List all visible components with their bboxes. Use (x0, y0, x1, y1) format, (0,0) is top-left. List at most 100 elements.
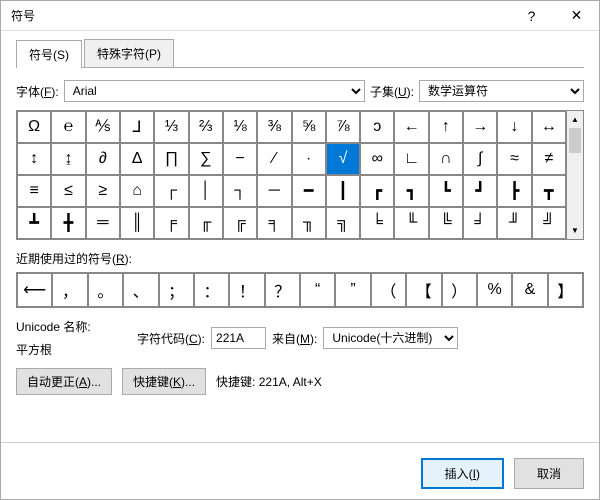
scroll-track[interactable] (567, 128, 583, 222)
symbol-cell[interactable]: ╘ (360, 207, 394, 239)
symbol-cell[interactable]: ⅞ (326, 111, 360, 143)
symbol-cell[interactable]: ↕ (17, 143, 51, 175)
cancel-button[interactable]: 取消 (514, 458, 584, 489)
autocorrect-button[interactable]: 自动更正(A)... (16, 368, 112, 395)
symbol-cell[interactable]: ≠ (532, 143, 566, 175)
symbol-cell[interactable]: ⅛ (223, 111, 257, 143)
symbol-cell[interactable]: ∟ (394, 143, 428, 175)
symbol-cell[interactable]: ┐ (223, 175, 257, 207)
scrollbar[interactable]: ▲ ▼ (567, 110, 584, 240)
tab-symbols[interactable]: 符号(S) (16, 40, 82, 68)
symbol-cell[interactable]: ╓ (189, 207, 223, 239)
shortcut-button[interactable]: 快捷键(K)... (122, 368, 206, 395)
symbol-cell[interactable]: ╛ (463, 207, 497, 239)
symbol-cell[interactable]: ┌ (154, 175, 188, 207)
symbol-cell[interactable]: ⅔ (189, 111, 223, 143)
symbol-cell[interactable]: ⅍ (86, 111, 120, 143)
symbol-cell[interactable]: ↑ (429, 111, 463, 143)
recent-symbol-cell[interactable]: & (512, 273, 547, 307)
symbol-cell[interactable]: ╜ (497, 207, 531, 239)
symbol-cell[interactable]: ┣ (497, 175, 531, 207)
symbol-cell[interactable]: ═ (86, 207, 120, 239)
recent-symbol-cell[interactable]: “ (300, 273, 335, 307)
symbol-cell[interactable]: ↓ (497, 111, 531, 143)
symbol-cell[interactable]: ┓ (394, 175, 428, 207)
symbol-cell[interactable]: ∫ (463, 143, 497, 175)
recent-symbol-cell[interactable]: 。 (88, 273, 123, 307)
symbol-cell[interactable]: ╗ (326, 207, 360, 239)
symbol-cell[interactable]: ↨ (51, 143, 85, 175)
recent-symbol-cell[interactable]: ⟵ (17, 273, 52, 307)
symbol-cell[interactable]: ┗ (429, 175, 463, 207)
recent-symbol-cell[interactable]: （ (371, 273, 406, 307)
symbol-cell[interactable]: ━ (292, 175, 326, 207)
symbol-cell[interactable]: ╒ (154, 207, 188, 239)
subset-select[interactable]: 数学运算符 (419, 80, 584, 102)
symbol-cell[interactable]: ╝ (532, 207, 566, 239)
tab-special-chars[interactable]: 特殊字符(P) (84, 39, 174, 67)
symbol-cell[interactable]: ∩ (429, 143, 463, 175)
symbol-cell[interactable]: ∞ (360, 143, 394, 175)
recent-symbol-cell[interactable]: ？ (265, 273, 300, 307)
symbol-cell[interactable]: ┏ (360, 175, 394, 207)
close-button[interactable]: ✕ (554, 1, 599, 31)
symbol-cell[interactable]: ∆ (120, 143, 154, 175)
symbol-cell[interactable]: ↄ (360, 111, 394, 143)
scroll-thumb[interactable] (569, 128, 581, 153)
symbol-cell[interactable]: √ (326, 143, 360, 175)
symbol-cell[interactable]: ∏ (154, 143, 188, 175)
symbol-cell[interactable]: ⌂ (120, 175, 154, 207)
symbol-cell[interactable]: ─ (257, 175, 291, 207)
recent-symbol-cell[interactable]: ” (335, 273, 370, 307)
help-button[interactable]: ? (509, 1, 554, 31)
symbol-cell[interactable]: → (463, 111, 497, 143)
symbol-cell[interactable]: ⅓ (154, 111, 188, 143)
recent-symbol-cell[interactable]: 】 (548, 273, 583, 307)
symbol-cell[interactable]: ┳ (532, 175, 566, 207)
recent-symbol-cell[interactable]: 【 (406, 273, 441, 307)
symbol-cell[interactable]: ╖ (292, 207, 326, 239)
symbol-cell[interactable]: ╔ (223, 207, 257, 239)
recent-symbol-cell[interactable]: ： (194, 273, 229, 307)
symbol-cell[interactable]: ╚ (429, 207, 463, 239)
symbol-cell[interactable]: ≈ (497, 143, 531, 175)
recent-symbol-cell[interactable]: 、 (123, 273, 158, 307)
symbol-cell[interactable]: ║ (120, 207, 154, 239)
symbol-cell[interactable]: Ω (17, 111, 51, 143)
button-row: 自动更正(A)... 快捷键(K)... 快捷键: 221A, Alt+X (16, 368, 584, 395)
recent-symbol-cell[interactable]: ！ (229, 273, 264, 307)
symbol-cell[interactable]: ∑ (189, 143, 223, 175)
symbol-cell[interactable]: ⅃ (120, 111, 154, 143)
insert-button[interactable]: 插入(I) (421, 458, 504, 489)
char-code-input[interactable] (211, 327, 266, 349)
symbol-cell[interactable]: ∂ (86, 143, 120, 175)
symbol-cell[interactable]: ⅝ (292, 111, 326, 143)
symbol-cell[interactable]: ┃ (326, 175, 360, 207)
recent-symbol-cell[interactable]: % (477, 273, 512, 307)
symbol-cell[interactable]: ℮ (51, 111, 85, 143)
unicode-name-block: Unicode 名称: 平方根 (16, 318, 131, 358)
symbol-cell[interactable]: ≥ (86, 175, 120, 207)
symbol-cell[interactable]: ∙ (292, 143, 326, 175)
recent-symbol-cell[interactable]: ） (442, 273, 477, 307)
symbol-cell[interactable]: ╙ (394, 207, 428, 239)
recent-symbol-cell[interactable]: ； (159, 273, 194, 307)
symbol-cell[interactable]: ≤ (51, 175, 85, 207)
scroll-down-icon[interactable]: ▼ (567, 222, 583, 239)
symbol-cell[interactable]: ╋ (51, 207, 85, 239)
font-select[interactable]: Arial (64, 80, 365, 102)
symbol-cell[interactable]: ← (394, 111, 428, 143)
scroll-up-icon[interactable]: ▲ (567, 111, 583, 128)
symbol-cell[interactable]: ↔ (532, 111, 566, 143)
font-subset-row: 字体(F): Arial 子集(U): 数学运算符 (16, 80, 584, 102)
symbol-cell[interactable]: ∕ (257, 143, 291, 175)
symbol-cell[interactable]: ┛ (463, 175, 497, 207)
symbol-cell[interactable]: ╕ (257, 207, 291, 239)
symbol-cell[interactable]: ┻ (17, 207, 51, 239)
symbol-cell[interactable]: − (223, 143, 257, 175)
recent-symbol-cell[interactable]: ， (52, 273, 87, 307)
from-select[interactable]: Unicode(十六进制) (323, 327, 458, 349)
symbol-cell[interactable]: ⅜ (257, 111, 291, 143)
symbol-cell[interactable]: │ (189, 175, 223, 207)
symbol-cell[interactable]: ≡ (17, 175, 51, 207)
